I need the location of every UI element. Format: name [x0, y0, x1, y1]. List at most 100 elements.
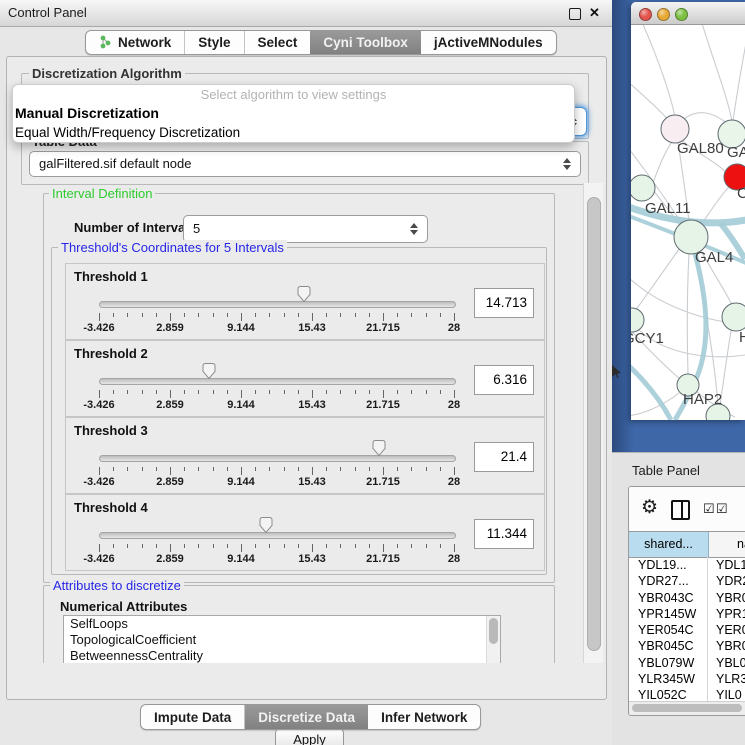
gear-icon[interactable]: ⚙ [641, 496, 658, 519]
tab-cyni-toolbox[interactable]: Cyni Toolbox [310, 31, 421, 54]
cell-shared-name[interactable]: YER054C [629, 622, 708, 638]
tab-jactivemnodules[interactable]: jActiveMNodules [421, 31, 556, 54]
threshold-slider[interactable]: -3.4262.8599.14415.4321.71528 [99, 292, 454, 336]
numerical-attributes-list[interactable]: SelfLoopsTopologicalCoefficientBetweenne… [63, 615, 501, 663]
network-window-titlebar[interactable] [631, 2, 745, 25]
table-hscrollbar[interactable] [629, 701, 745, 715]
attribute-list-item[interactable]: BetweennessCentrality [64, 648, 500, 663]
table-data-combobox[interactable]: galFiltered.sif default node [29, 151, 581, 177]
column-header-shared-name[interactable]: shared... [629, 532, 709, 557]
slider-tick-label: 2.859 [156, 399, 184, 411]
control-panel-titlebar[interactable]: Control Panel ✕ [0, 0, 612, 27]
threshold-slider[interactable]: -3.4262.8599.14415.4321.71528 [99, 523, 454, 567]
tab-discretize-data[interactable]: Discretize Data [245, 705, 368, 729]
tab-select[interactable]: Select [245, 31, 311, 54]
panel-scrollbar-thumb[interactable] [587, 197, 601, 651]
cell-shared-name[interactable]: YBR045C [629, 638, 708, 654]
cell-name[interactable]: YDL1 [708, 557, 745, 573]
attributes-title: Attributes to discretize [50, 578, 184, 593]
network-node-h[interactable] [722, 303, 745, 331]
slider-thumb[interactable] [258, 516, 274, 534]
slider-tick-label: -3.426 [83, 399, 114, 411]
threshold-value-field[interactable]: 14.713 [474, 288, 534, 318]
cell-shared-name[interactable]: YPR145W [629, 606, 708, 622]
network-canvas[interactable]: GAL80GACGAL11GAL4GCY1HHAP2 [631, 25, 745, 420]
cell-name[interactable]: YDR2 [708, 573, 745, 589]
close-traffic-light[interactable] [639, 8, 652, 21]
cell-shared-name[interactable]: YBL079W [629, 655, 708, 671]
cell-name[interactable]: YPR1 [708, 606, 745, 622]
table-hscrollbar-thumb[interactable] [632, 704, 742, 712]
table-row[interactable]: YLR345WYLR3 [629, 671, 745, 687]
menu-item-equal-width-discretization[interactable]: Equal Width/Frequency Discretization [13, 123, 574, 142]
table-row[interactable]: YBR043CYBR0 [629, 590, 745, 606]
slider-tick-label: -3.426 [83, 553, 114, 565]
table-row[interactable]: YIL052CYIL0 [629, 687, 745, 702]
slider-tick-label: 21.715 [366, 399, 400, 411]
float-window-icon[interactable] [569, 8, 581, 20]
table-row[interactable]: YDR27...YDR2 [629, 573, 745, 589]
checkbox-icon[interactable]: ☑ [716, 501, 728, 517]
slider-tick-label: 2.859 [156, 553, 184, 565]
tab-impute-data[interactable]: Impute Data [141, 705, 245, 729]
cell-name[interactable]: YBL0 [708, 655, 745, 671]
threshold-value-field[interactable]: 21.4 [474, 442, 534, 472]
apply-button[interactable]: Apply [275, 728, 344, 745]
slider-track[interactable] [99, 301, 456, 308]
attribute-list-item[interactable]: TopologicalCoefficient [64, 632, 500, 648]
column-header-name[interactable]: na [709, 532, 745, 557]
threshold-slider[interactable]: -3.4262.8599.14415.4321.71528 [99, 369, 454, 413]
cell-shared-name[interactable]: YIL052C [629, 687, 708, 702]
window-title: Control Panel [8, 5, 87, 20]
tab-network[interactable]: Network [86, 31, 185, 54]
cell-name[interactable]: YLR3 [708, 671, 745, 687]
threshold-value-field[interactable]: 11.344 [474, 519, 534, 549]
slider-tick-label: 15.43 [298, 553, 326, 565]
cell-shared-name[interactable]: YBR043C [629, 590, 708, 606]
slider-thumb[interactable] [296, 285, 312, 303]
threshold-slider[interactable]: -3.4262.8599.14415.4321.71528 [99, 446, 454, 490]
split-panel-icon[interactable] [671, 500, 690, 520]
network-tab-icon [99, 35, 112, 50]
tab-infer-network[interactable]: Infer Network [368, 705, 480, 729]
cell-name[interactable]: YBR0 [708, 590, 745, 606]
tab-style[interactable]: Style [185, 31, 244, 54]
zoom-traffic-light[interactable] [675, 8, 688, 21]
number-of-intervals-spinner[interactable]: 5 [183, 215, 428, 243]
table-row[interactable]: YPR145WYPR1 [629, 606, 745, 622]
table-rows: YDL19...YDL1YDR27...YDR2YBR043CYBR0YPR14… [629, 557, 745, 702]
slider-track[interactable] [99, 532, 456, 539]
table-row[interactable]: YBL079WYBL0 [629, 655, 745, 671]
slider-tick-label: 9.144 [227, 553, 255, 565]
cell-shared-name[interactable]: YLR345W [629, 671, 708, 687]
slider-track[interactable] [99, 455, 456, 462]
close-icon[interactable]: ✕ [589, 5, 600, 21]
slider-thumb[interactable] [371, 439, 387, 457]
slider-ticks [99, 312, 454, 322]
menu-item-manual-discretization[interactable]: Manual Discretization [13, 104, 574, 123]
table-row[interactable]: YER054CYER0 [629, 622, 745, 638]
cell-name[interactable]: YBR0 [708, 638, 745, 654]
number-of-intervals-label: Number of Intervals [71, 220, 199, 235]
slider-thumb[interactable] [201, 362, 217, 380]
cell-name[interactable]: YER0 [708, 622, 745, 638]
checkbox-icon[interactable]: ☑ [703, 501, 715, 517]
cell-shared-name[interactable]: YDL19... [629, 557, 708, 573]
panel-scrollbar[interactable] [583, 183, 603, 663]
network-node-gal80[interactable] [661, 115, 689, 143]
slider-track[interactable] [99, 378, 456, 385]
network-node-label: C [737, 185, 745, 202]
interval-definition-title: Interval Definition [49, 186, 155, 201]
slider-ticks [99, 389, 454, 399]
cell-name[interactable]: YIL0 [708, 687, 745, 702]
network-node-gcy1[interactable] [631, 308, 644, 332]
cell-shared-name[interactable]: YDR27... [629, 573, 708, 589]
attributes-scrollbar[interactable] [486, 616, 500, 663]
minimize-traffic-light[interactable] [657, 8, 670, 21]
table-row[interactable]: YBR045CYBR0 [629, 638, 745, 654]
slider-tick-label: 21.715 [366, 553, 400, 565]
threshold-value-field[interactable]: 6.316 [474, 365, 534, 395]
table-row[interactable]: YDL19...YDL1 [629, 557, 745, 573]
attribute-list-item[interactable]: SelfLoops [64, 616, 500, 632]
network-node-gal11[interactable] [631, 175, 655, 201]
